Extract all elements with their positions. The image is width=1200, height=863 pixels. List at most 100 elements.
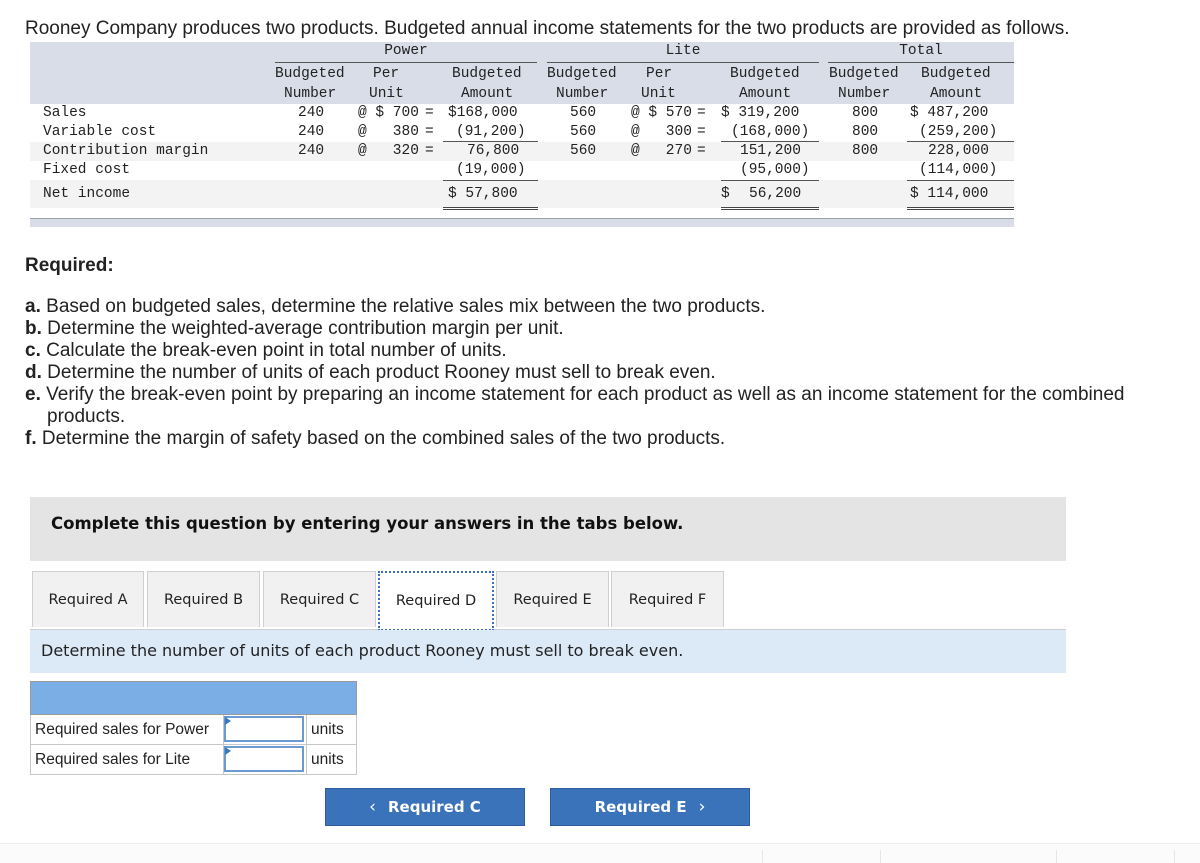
cell: (114,000) <box>919 162 998 178</box>
cell: 228,000 <box>928 143 989 159</box>
cell: = <box>697 124 706 140</box>
group-underline <box>828 62 1014 63</box>
table-row <box>30 180 1014 208</box>
row-label: Variable cost <box>43 124 157 140</box>
cell: 560 <box>570 143 597 159</box>
cell: = <box>425 143 434 159</box>
cell: @ 320 <box>358 143 419 159</box>
item-text: Determine the number of units of each pr… <box>47 362 716 383</box>
cell: 151,200 <box>740 143 801 159</box>
cell: 800 <box>852 124 879 140</box>
col-header: Number <box>284 86 337 102</box>
cell: 560 <box>570 105 597 121</box>
requirement-tabs: Required A Required B Required C Require… <box>30 571 1066 631</box>
item-letter: d. <box>25 362 42 383</box>
item-text: Determine the margin of safety based on … <box>41 428 726 449</box>
unit-label: units <box>311 721 344 738</box>
input-marker-icon <box>225 717 231 725</box>
prev-required-c-button[interactable]: ‹ Required C <box>325 788 525 826</box>
group-underline <box>547 62 819 63</box>
required-item-a: a. Based on budgeted sales, determine th… <box>25 296 1124 318</box>
cell: $ <box>721 186 730 202</box>
tab-required-c[interactable]: Required C <box>263 571 376 627</box>
cell: $168,000 <box>448 105 518 121</box>
required-item-c: c. Calculate the break-even point in tot… <box>25 340 1124 362</box>
cell: = <box>425 124 434 140</box>
row-label: Sales <box>43 105 87 121</box>
col-header: Number <box>838 86 891 102</box>
cell-divider <box>306 715 307 744</box>
group-header-total: Total <box>899 43 943 59</box>
cell: @ 380 <box>358 124 419 140</box>
prev-button-label: Required C <box>387 798 481 816</box>
col-header: Amount <box>461 86 514 102</box>
answer-row-power: Required sales for Power units <box>30 715 357 745</box>
total-double-line <box>907 207 1014 210</box>
row-label: Net income <box>43 186 131 202</box>
col-header: Amount <box>930 86 983 102</box>
tab-required-b[interactable]: Required B <box>147 571 260 627</box>
problem-intro: Rooney Company produces two products. Bu… <box>25 18 1070 39</box>
lite-sales-input[interactable] <box>224 746 304 772</box>
item-text: Based on budgeted sales, determine the r… <box>46 296 766 317</box>
cell: @ 270 <box>631 143 692 159</box>
cell: = <box>697 105 706 121</box>
cell: 240 <box>298 124 325 140</box>
answer-row-lite: Required sales for Lite units <box>30 745 357 775</box>
group-header-power: Power <box>384 43 428 59</box>
item-text: Calculate the break-even point in total … <box>46 340 507 361</box>
item-letter: b. <box>25 318 42 339</box>
cell: 240 <box>298 143 325 159</box>
col-header: Unit <box>641 86 676 102</box>
next-required-e-button[interactable]: Required E › <box>550 788 750 826</box>
subtotal-line <box>907 180 1014 181</box>
required-item-e-cont: products. <box>47 406 126 427</box>
cell: $ 487,200 <box>910 105 989 121</box>
row-label: Required sales for Lite <box>35 751 191 768</box>
col-header: Per <box>646 66 673 82</box>
cell: @ $ 570 <box>631 105 692 121</box>
cell: (168,000) <box>731 124 810 140</box>
bottom-toolbar-strip <box>0 843 1200 863</box>
power-sales-input[interactable] <box>224 716 304 742</box>
divider <box>880 850 881 863</box>
group-underline <box>275 62 537 63</box>
col-header: Budgeted <box>921 66 991 82</box>
required-item-f: f. Determine the margin of safety based … <box>25 428 1124 450</box>
divider <box>1174 850 1175 863</box>
income-statement-table: Power Lite Total Budgeted Number Per Uni… <box>30 42 1014 227</box>
cell: 76,800 <box>467 143 520 159</box>
cell: (91,200) <box>456 124 526 140</box>
cell: (19,000) <box>456 162 526 178</box>
chevron-right-icon: › <box>698 797 706 817</box>
input-marker-icon <box>225 747 231 755</box>
tab-required-e[interactable]: Required E <box>496 571 609 627</box>
col-header: Number <box>556 86 609 102</box>
row-label: Required sales for Power <box>35 721 210 738</box>
col-header: Amount <box>739 86 792 102</box>
cell: 560 <box>570 124 597 140</box>
cell: $ 114,000 <box>910 186 989 202</box>
cell: $ 319,200 <box>721 105 800 121</box>
item-letter: e. <box>25 384 41 405</box>
col-header: Per <box>373 66 400 82</box>
row-label: Fixed cost <box>43 162 131 178</box>
table-footer-bar <box>30 218 1014 227</box>
item-text: Determine the weighted-average contribut… <box>47 318 564 339</box>
tab-required-d[interactable]: Required D <box>378 571 494 631</box>
col-header: Budgeted <box>829 66 899 82</box>
tab-required-a[interactable]: Required A <box>32 571 144 627</box>
cell: 800 <box>852 143 879 159</box>
cell-divider <box>306 745 307 774</box>
cell: = <box>697 143 706 159</box>
total-double-line <box>443 207 538 210</box>
subtotal-line <box>443 180 538 181</box>
chevron-left-icon: ‹ <box>369 797 376 817</box>
divider <box>1056 850 1057 863</box>
subtotal-line <box>721 180 819 181</box>
answer-table-header <box>30 681 357 715</box>
item-letter: f. <box>25 428 37 449</box>
tab-required-f[interactable]: Required F <box>611 571 724 627</box>
item-letter: c. <box>25 340 41 361</box>
prompt-text: Determine the number of units of each pr… <box>41 641 684 660</box>
